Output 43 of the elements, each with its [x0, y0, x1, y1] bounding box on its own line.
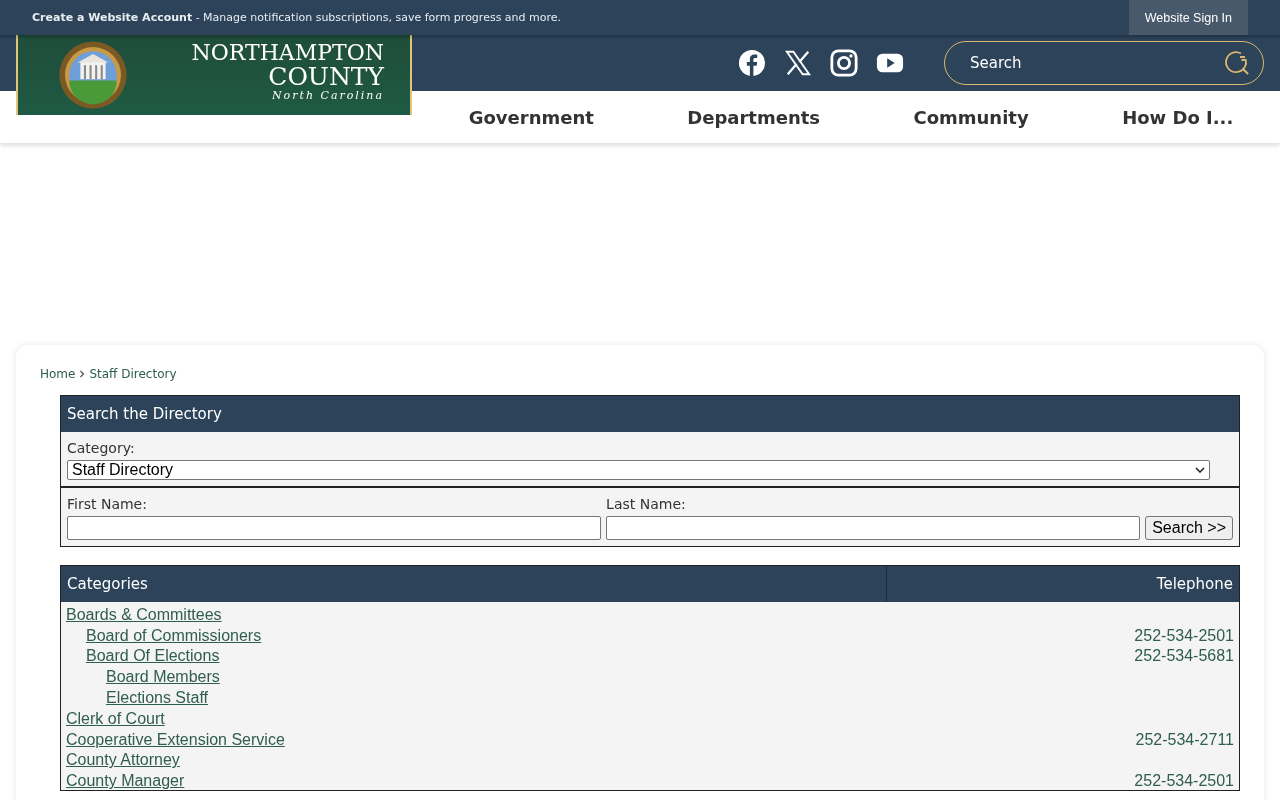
breadcrumb-link[interactable]: Home [40, 367, 76, 381]
caret-icon [1195, 467, 1205, 473]
category-link[interactable]: County Attorney [66, 751, 180, 769]
phone-number: 252-534-2501 [1134, 772, 1234, 791]
logo-title: NORTHAMPTON [190, 41, 384, 64]
column-header: Categories [61, 566, 887, 602]
search-field[interactable]: Search [944, 41, 1264, 85]
category-link[interactable]: Board of Commissioners [86, 626, 262, 644]
phone-number: 252-534-2501 [1134, 626, 1234, 645]
section-header: Search the Directory [61, 396, 1239, 432]
phone-number: 252-534-2711 [1135, 730, 1234, 749]
sign-in-button[interactable]: Website Sign In [1128, 0, 1248, 35]
category-link[interactable]: Clerk of Court [66, 709, 165, 727]
county-seal-icon [58, 40, 128, 110]
first-name-field[interactable] [67, 516, 602, 540]
category-link[interactable]: Board Members [106, 668, 220, 686]
last-name-field[interactable] [606, 516, 1141, 540]
category-link[interactable]: Elections Staff [106, 689, 208, 706]
breadcrumb-link[interactable]: Staff Directory [89, 367, 177, 381]
chevron-icon [79, 370, 86, 378]
category-link[interactable]: County Manager [66, 772, 185, 790]
category-link[interactable]: Cooperative Extension Service [66, 730, 285, 748]
logo-subtitle: North Carolina [270, 89, 384, 103]
account-message: Create a Website Account - Manage notification subscriptions, save form progress and more. [32, 11, 562, 24]
column-header: Telephone [1155, 574, 1234, 595]
nav-link[interactable]: Community [913, 106, 1029, 128]
nav-link[interactable]: Government [468, 106, 594, 128]
field-label: First Name: [67, 496, 148, 512]
nav-link[interactable]: How Do I... [1122, 106, 1234, 128]
category-link[interactable]: Boards & Committees [66, 605, 222, 623]
logo-title: COUNTY [267, 64, 384, 89]
phone-number: 252-534-5681 [1134, 647, 1234, 666]
search-button[interactable]: Search >> [1145, 516, 1233, 540]
search-icon[interactable] [1224, 50, 1250, 76]
county-logo[interactable]: NORTHAMPTON COUNTY North Carolina [16, 35, 412, 115]
nav-link[interactable]: Departments [687, 106, 821, 128]
facebook-icon[interactable] [738, 49, 766, 77]
category-link[interactable]: Board Of Elections [86, 647, 220, 665]
category-dropdown[interactable]: Staff Directory [67, 460, 1210, 480]
field-label: Category: [67, 440, 136, 456]
instagram-icon[interactable] [830, 49, 858, 77]
x-icon[interactable] [784, 49, 812, 77]
field-label: Last Name: [606, 496, 687, 512]
